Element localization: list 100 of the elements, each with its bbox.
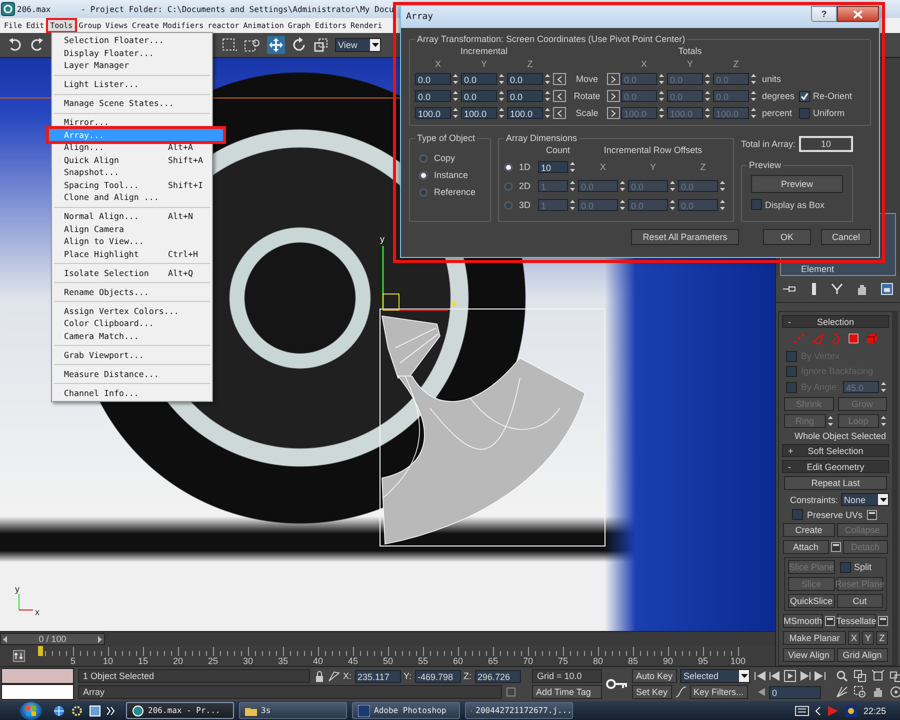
number-field[interactable]: 10: [538, 161, 568, 173]
menu-item[interactable]: Channel Info...: [52, 386, 212, 399]
settings-box-icon[interactable]: [830, 542, 840, 552]
spinner-arrows-icon[interactable]: [619, 198, 626, 212]
reference-dropdown[interactable]: View: [335, 38, 381, 52]
tool-button[interactable]: Create: [783, 523, 834, 537]
zoom-icon[interactable]: [836, 670, 848, 682]
menu-item[interactable]: Spacing Tool... Shift+I: [52, 178, 212, 191]
checkbox[interactable]: [799, 108, 810, 118]
spinner-arrows-icon[interactable]: [750, 106, 757, 120]
go-to-end-icon[interactable]: [814, 670, 826, 682]
spinner-arrows-icon[interactable]: [750, 89, 757, 103]
zoom-extents-icon[interactable]: [872, 670, 884, 682]
start-button[interactable]: [20, 702, 42, 720]
spinner-arrows-icon[interactable]: [452, 72, 459, 86]
spinner-arrows-icon[interactable]: [544, 72, 551, 86]
shift-right-button[interactable]: [607, 107, 620, 119]
spinner-arrows-icon[interactable]: [880, 380, 888, 394]
menu-item[interactable]: Measure Distance...: [52, 368, 212, 380]
menu-item[interactable]: Assign Vertex Colors...: [52, 304, 212, 317]
spinner-arrows-icon[interactable]: [669, 179, 676, 193]
key-filters-button[interactable]: Key Filters...: [690, 685, 748, 699]
menu-item[interactable]: Clone and Align ...: [52, 191, 212, 204]
tool-button[interactable]: Grid Align: [836, 648, 888, 662]
menu-item[interactable]: Normal Align... Alt+N: [52, 210, 212, 222]
bar-icon[interactable]: [811, 283, 817, 295]
chevron-icon[interactable]: [107, 706, 115, 714]
checkbox[interactable]: [799, 90, 810, 102]
number-field[interactable]: 0.0: [507, 90, 543, 102]
radio-button[interactable]: [504, 162, 513, 172]
next-frame-icon[interactable]: [799, 670, 811, 682]
curve-editor-icon[interactable]: [13, 650, 25, 662]
spinner-arrows-icon[interactable]: [880, 414, 887, 428]
spinner-arrows-icon[interactable]: [719, 179, 726, 193]
tangent-curve-icon[interactable]: [674, 686, 687, 698]
set-key-button[interactable]: Set Key: [632, 685, 672, 699]
polygon-mode-icon[interactable]: [848, 333, 859, 344]
field-of-view-icon[interactable]: [836, 686, 848, 698]
settings-box-icon[interactable]: [824, 616, 834, 626]
repeat-last-button[interactable]: Repeat Last: [784, 476, 887, 490]
menu-item[interactable]: Align to View...: [52, 235, 212, 248]
time-marker[interactable]: [38, 646, 43, 656]
keyboard-icon[interactable]: [795, 706, 810, 716]
menu-item[interactable]: Light Lister...: [52, 78, 212, 90]
tool-button[interactable]: Make Planar: [783, 631, 846, 645]
number-field[interactable]: 100.0: [415, 107, 451, 119]
add-time-tag-button[interactable]: Add Time Tag: [532, 685, 602, 699]
cancel-button[interactable]: Cancel: [821, 229, 871, 245]
spinner-arrows-icon[interactable]: [658, 106, 665, 120]
total-field[interactable]: 10: [799, 136, 853, 152]
checkbox[interactable]: [786, 366, 797, 376]
rollout-header[interactable]: - Edit Geometry: [782, 460, 889, 473]
spinner-arrows-icon[interactable]: [498, 89, 505, 103]
spinner-arrows-icon[interactable]: [658, 72, 665, 86]
radio-button[interactable]: [419, 170, 428, 180]
flag-icon[interactable]: [827, 704, 840, 716]
key-mode-dropdown[interactable]: Selected: [680, 669, 750, 683]
frame-field[interactable]: 0: [769, 686, 821, 698]
zoom-extents-all-icon[interactable]: [890, 670, 900, 682]
spinner-arrows-icon[interactable]: [569, 198, 576, 212]
menu-item[interactable]: Color Clipboard...: [52, 317, 212, 330]
taskbar-button[interactable]: 206.max - Pr...: [126, 702, 234, 719]
tool-button[interactable]: Attach: [783, 540, 828, 554]
axis-button[interactable]: Y: [862, 631, 874, 645]
number-field[interactable]: 0.0: [461, 90, 497, 102]
coordinate-field[interactable]: 235.117: [354, 670, 401, 682]
menu-item[interactable]: Selection Floater...: [52, 34, 212, 46]
menu-item[interactable]: Align... Alt+A: [52, 141, 212, 154]
spinner-arrows-icon[interactable]: [750, 72, 757, 86]
taskbar-button[interactable]: Adobe Photoshop: [352, 702, 460, 719]
menu-item[interactable]: Place Highlight Ctrl+H: [52, 248, 212, 260]
key-icon[interactable]: [606, 678, 628, 690]
settings-box-icon[interactable]: [878, 616, 888, 626]
menu-item[interactable]: Snapshot...: [52, 166, 212, 178]
spinner-arrows-icon[interactable]: [569, 179, 576, 193]
checkbox[interactable]: [751, 199, 762, 210]
go-to-start-icon[interactable]: [754, 670, 766, 682]
panel-config-icon[interactable]: [881, 283, 893, 295]
tool-button[interactable]: View Align: [783, 648, 834, 662]
menu-item[interactable]: Display Floater...: [52, 46, 212, 59]
stack-item[interactable]: Element: [801, 264, 834, 274]
region-select-icon[interactable]: [221, 37, 237, 53]
spinner-arrows-icon[interactable]: [498, 106, 505, 120]
checkbox[interactable]: [786, 350, 797, 362]
window-crossing-icon[interactable]: [243, 37, 261, 53]
number-field[interactable]: 100.0: [507, 107, 543, 119]
globe-icon[interactable]: [53, 704, 65, 716]
number-field[interactable]: 0.0: [415, 73, 451, 85]
ok-button[interactable]: OK: [763, 229, 811, 245]
menu-item[interactable]: Mirror...: [52, 116, 212, 128]
menu-item[interactable]: Grab Viewport...: [52, 348, 212, 361]
spinner-arrows-icon[interactable]: [704, 106, 711, 120]
spinner-arrows-icon[interactable]: [619, 179, 626, 193]
spinner-arrows-icon[interactable]: [719, 198, 726, 212]
close-button[interactable]: [837, 6, 879, 22]
spinner-arrows-icon[interactable]: [704, 72, 711, 86]
rollout-header[interactable]: + Soft Selection: [782, 444, 889, 457]
shift-left-button[interactable]: [553, 73, 566, 85]
cursor-icon[interactable]: [328, 670, 340, 682]
time-slider-thumb[interactable]: 0 / 100: [0, 633, 105, 645]
